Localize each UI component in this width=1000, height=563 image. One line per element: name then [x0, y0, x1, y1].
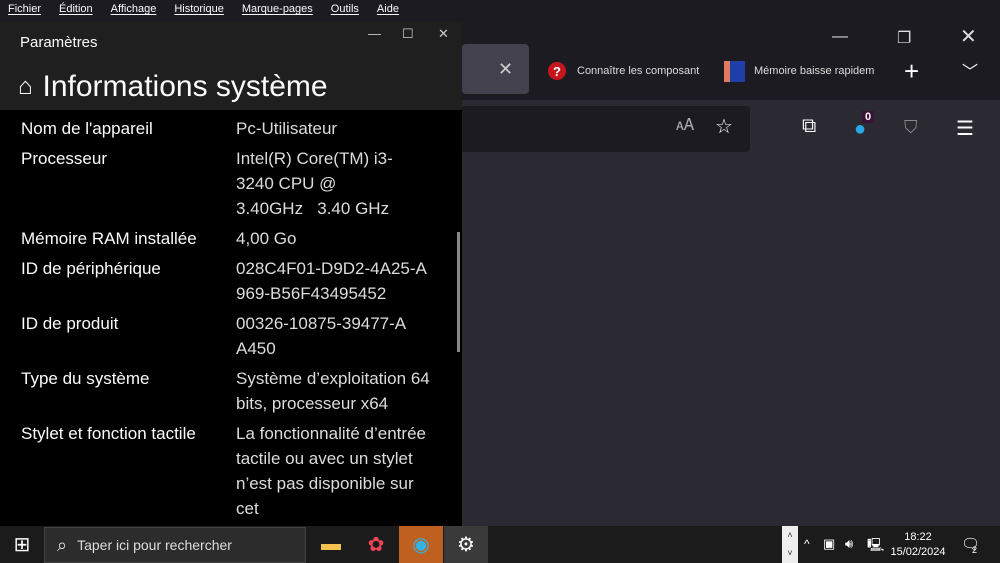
tab-2[interactable]: Mémoire baisse rapidem	[724, 48, 874, 94]
scrollbar[interactable]	[457, 232, 460, 352]
taskbar-search[interactable]: ⌕ Taper ici pour rechercher	[44, 527, 306, 563]
app-icon[interactable]: ✿	[354, 526, 398, 563]
ghostery-badge: 0	[862, 111, 875, 123]
menu-edition[interactable]: Édition	[59, 0, 93, 20]
extensions-icon[interactable]: ⧉	[802, 115, 816, 138]
toolbar: 🗚 ☆ ⧉ ● 0 ⛉ ☰	[462, 100, 1000, 158]
settings-minimize-button[interactable]: —	[368, 26, 381, 41]
info-value: Système d’exploitation 64 bits, processe…	[236, 369, 430, 413]
info-list: Nom de l'appareil Pc-Utilisateur Processe…	[21, 116, 436, 526]
menu-fichier[interactable]: Fichier	[8, 0, 41, 20]
info-row: Type du système Système d’exploitation 64…	[21, 366, 436, 416]
info-row: ID de produit 00326-10875-39477-AA450	[21, 311, 436, 361]
ublock-icon[interactable]: ⛉	[904, 117, 918, 138]
page-title: ⌂ Informations système	[18, 70, 328, 104]
menu-hamburger-icon[interactable]: ☰	[956, 116, 974, 141]
info-row: Mémoire RAM installée 4,00 Go	[21, 226, 436, 251]
minimize-button[interactable]: —	[832, 28, 848, 46]
info-key: ID de produit	[21, 314, 119, 333]
info-key: Type du système	[21, 369, 150, 388]
info-key: Mémoire RAM installée	[21, 229, 197, 248]
info-row: Stylet et fonction tactile La fonctionnal…	[21, 421, 436, 521]
windows-start-icon[interactable]: ⊞	[0, 526, 44, 563]
window-title: Paramètres	[20, 34, 98, 51]
info-row: ID de périphérique 028C4F01-D9D2-4A25-A96…	[21, 256, 436, 306]
close-button[interactable]: ✕	[960, 24, 977, 49]
info-value: 4,00 Go	[236, 229, 297, 248]
restore-button[interactable]: ❐	[897, 28, 911, 48]
settings-header: Paramètres — ☐ ✕ ⌂ Informations système	[0, 22, 462, 110]
info-value: 00326-10875-39477-AA450	[236, 314, 407, 358]
network-icon[interactable]: 🖳	[867, 536, 884, 558]
settings-window: Paramètres — ☐ ✕ ⌂ Informations système …	[0, 22, 462, 526]
notification-count: 2	[972, 545, 978, 555]
info-key: ID de périphérique	[21, 259, 161, 278]
translate-icon[interactable]: 🗚	[676, 117, 694, 135]
new-tab-icon[interactable]: +	[904, 56, 919, 87]
info-value: La fonctionnalité d’entrée tactile ou av…	[236, 424, 426, 518]
info-key: Nom de l'appareil	[21, 119, 153, 138]
search-icon: ⌕	[57, 534, 68, 555]
home-icon[interactable]: ⌂	[18, 73, 33, 101]
page-title-text: Informations système	[42, 70, 328, 103]
edge-icon[interactable]: ◉	[399, 526, 443, 563]
star-icon[interactable]: ☆	[715, 114, 733, 139]
tab-label: Mémoire baisse rapidem	[754, 65, 875, 77]
menu-marque-pages[interactable]: Marque-pages	[242, 0, 313, 20]
site-favicon-icon	[724, 60, 745, 82]
info-value: Pc-Utilisateur	[236, 119, 338, 138]
taskbar: ⊞ ⌕ Taper ici pour rechercher ▬ ✿ ◉ ⚙ ˄ ˅…	[0, 526, 1000, 563]
tab-active[interactable]: ✕	[462, 44, 529, 94]
volume-icon[interactable]: 🔊︎	[845, 536, 853, 552]
settings-gear-icon[interactable]: ⚙	[444, 526, 488, 563]
file-explorer-icon[interactable]: ▬	[309, 526, 353, 563]
time: 18:22	[904, 531, 932, 543]
settings-close-button[interactable]: ✕	[438, 26, 449, 42]
date: 15/02/2024	[890, 546, 946, 558]
menu-aide[interactable]: Aide	[377, 0, 399, 20]
tab-label: Connaître les composant	[577, 65, 700, 77]
chevron-up-icon[interactable]: ^	[804, 537, 810, 551]
close-tab-icon[interactable]: ✕	[498, 59, 513, 80]
info-row: Processeur Intel(R) Core(TM) i3-3240 CPU …	[21, 146, 436, 221]
info-value: 028C4F01-D9D2-4A25-A969-B56F43495452	[236, 259, 427, 303]
info-value: Intel(R) Core(TM) i3-3240 CPU @ 3.40GHz …	[236, 149, 393, 218]
menu-affichage[interactable]: Affichage	[111, 0, 157, 20]
menu-historique[interactable]: Historique	[174, 0, 224, 20]
notification-icon[interactable]: 🗨︎	[961, 535, 980, 553]
menu-bar: Fichier Édition Affichage Historique Mar…	[0, 0, 1000, 20]
camera-icon[interactable]: ▣	[823, 536, 835, 552]
clock[interactable]: 18:22 15/02/2024	[890, 530, 946, 560]
info-row: Nom de l'appareil Pc-Utilisateur	[21, 116, 436, 141]
url-bar[interactable]	[462, 106, 750, 152]
menu-outils[interactable]: Outils	[331, 0, 359, 20]
question-favicon-icon: ?	[548, 62, 566, 80]
info-key: Stylet et fonction tactile	[21, 424, 196, 443]
settings-maximize-button[interactable]: ☐	[402, 26, 414, 42]
tab-1[interactable]: ? Connaître les composant	[548, 48, 699, 94]
chevron-down-icon[interactable]: ﹀	[962, 58, 978, 82]
tray-scroll[interactable]: ˄ ˅	[782, 526, 798, 563]
info-key: Processeur	[21, 149, 107, 168]
search-placeholder: Taper ici pour rechercher	[77, 537, 232, 553]
